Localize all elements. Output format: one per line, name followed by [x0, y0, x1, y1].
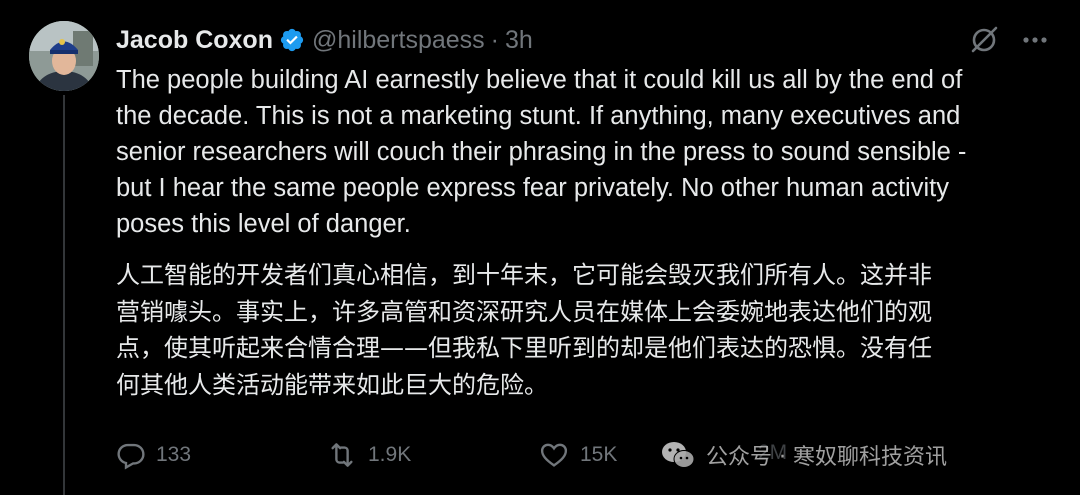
like-count: 15K: [580, 442, 618, 466]
repost-count: 1.9K: [368, 442, 412, 466]
avatar-image: [29, 21, 99, 91]
verified-badge-icon: [279, 27, 305, 53]
tweet-header: Jacob Coxon @hilbertspaess · 3h: [116, 22, 533, 58]
like-button[interactable]: 15K: [538, 432, 617, 477]
tweet-text-chinese: 人工智能的开发者们真心相信，到十年末，它可能会毁灭我们所有人。这并非 营销噱头。…: [116, 261, 932, 399]
watermark: 公众号 · 寒奴聊科技资讯: [660, 432, 947, 477]
thread-line: [63, 95, 65, 495]
wechat-icon: [662, 441, 695, 468]
reply-icon: [117, 443, 145, 470]
tweet-time[interactable]: 3h: [505, 26, 533, 55]
author-name[interactable]: Jacob Coxon: [116, 26, 273, 55]
grok-slash-icon[interactable]: [968, 24, 1000, 60]
tweet-text-english: The people building AI earnestly believe…: [116, 66, 967, 238]
reply-button[interactable]: 133: [116, 432, 191, 477]
avatar[interactable]: [29, 21, 99, 91]
reply-count: 133: [156, 442, 192, 466]
repost-icon: [331, 442, 353, 467]
heart-icon: [540, 443, 568, 467]
author-handle[interactable]: @hilbertspaess: [312, 26, 485, 55]
more-icon[interactable]: [1020, 25, 1050, 59]
separator-dot: ·: [490, 25, 499, 54]
repost-button[interactable]: 1.9K: [326, 432, 411, 477]
tweet-top-actions: [968, 24, 1050, 60]
watermark-text: 公众号 · 寒奴聊科技资讯: [706, 444, 947, 470]
